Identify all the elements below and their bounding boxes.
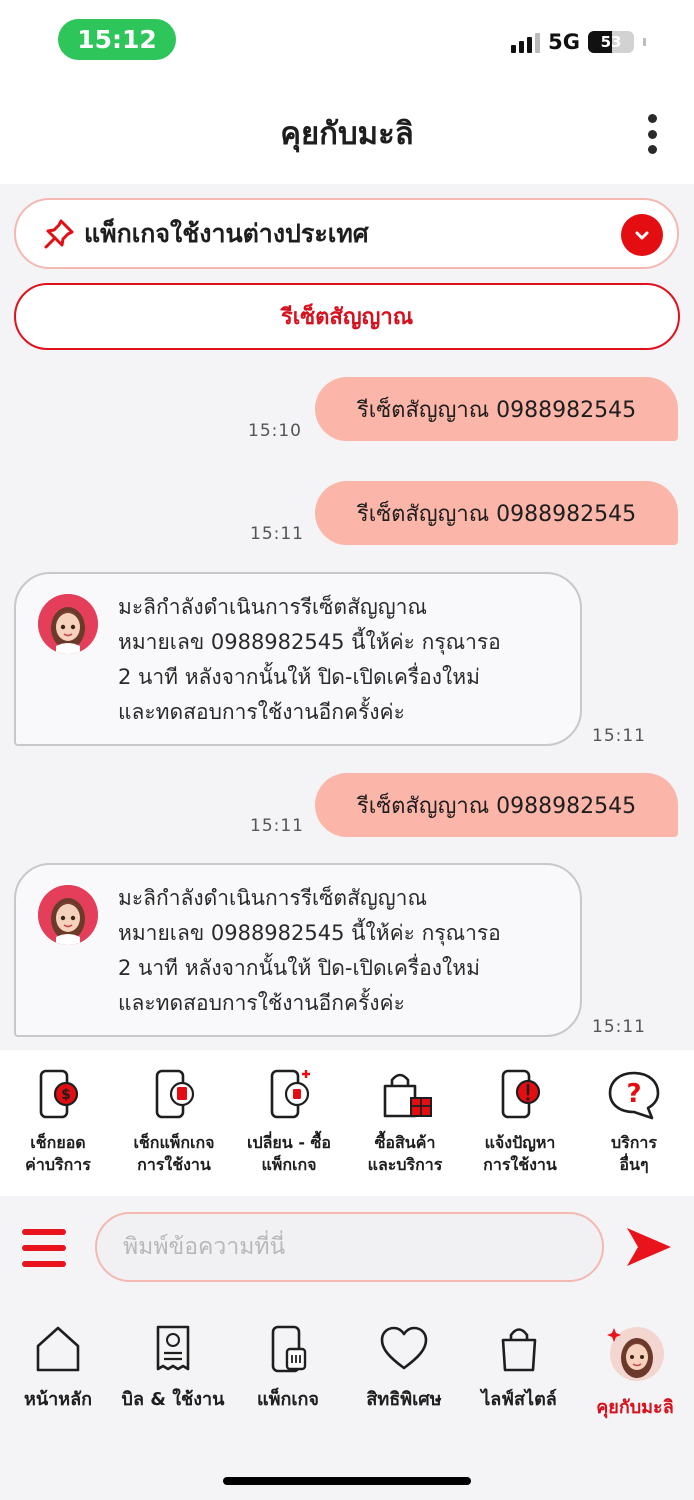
quick-actions-bar: $ เช็กยอด ค่าบริการ เช็กแพ็กเกจ การใช้งา… [0,1050,694,1196]
home-indicator [223,1477,471,1485]
message-composer [0,1196,694,1300]
quick-action-label: เปลี่ยน - ซื้อ แพ็กเกจ [247,1133,331,1174]
tab-label: ไลฟ์สไตล์ [481,1389,557,1410]
shopping-gift-icon [383,1073,432,1118]
tab-chat-mali[interactable]: คุยกับมะลิ [580,1324,690,1421]
tab-label: สิทธิพิเศษ [366,1389,442,1410]
package-icon [271,1325,307,1373]
send-icon[interactable] [624,1224,674,1270]
user-message: รีเซ็ตสัญญาณ 0988982545 [315,773,678,837]
message-time: 15:11 [592,726,646,746]
quick-action-label: แจ้งปัญหา การใช้งาน [483,1133,557,1174]
shopping-bag-icon [501,1328,537,1372]
quick-action-check-package[interactable]: เช็กแพ็กเกจ การใช้งาน [118,1068,230,1176]
battery-icon: 53 [588,31,634,53]
message-time: 15:11 [592,1017,646,1037]
bill-icon [156,1325,190,1371]
bot-message: มะลิกำลังดำเนินการรีเซ็ตสัญญาณ หมายเลข 0… [14,863,582,1037]
tab-lifestyle[interactable]: ไลฟ์สไตล์ [464,1324,574,1413]
signal-icon [511,31,541,53]
network-type: 5G [548,30,580,54]
message-time: 15:11 [250,816,304,836]
tab-label: คุยกับมะลิ [596,1397,674,1418]
mali-avatar-icon [607,1327,664,1381]
heart-icon [380,1326,428,1370]
quick-action-check-bill[interactable]: $ เช็กยอด ค่าบริการ [2,1068,114,1176]
home-icon [36,1326,80,1372]
status-indicators: 5G 53 [511,30,646,54]
status-bar: 15:12 5G 53 [0,0,694,82]
mali-avatar [38,594,98,654]
tab-label: หน้าหลัก [23,1389,93,1410]
quick-action-other-services[interactable]: ? บริการ อื่นๆ [578,1068,690,1176]
quick-action-shop[interactable]: ซื้อสินค้า และบริการ [349,1068,461,1176]
hamburger-menu-icon[interactable] [22,1229,66,1267]
phone-sim-icon [155,1069,195,1119]
message-input[interactable] [95,1212,604,1282]
phone-alert-icon [501,1069,541,1119]
phone-bill-icon: $ [39,1069,79,1119]
svg-text:$: $ [61,1087,71,1103]
message-time: 15:11 [250,524,304,544]
phone-swap-icon [270,1069,310,1119]
pinned-topic-bar[interactable]: แพ็กเกจใช้งานต่างประเทศ [14,198,679,269]
pinned-topic-label: แพ็กเกจใช้งานต่างประเทศ [84,218,369,248]
more-options-icon[interactable] [640,114,664,154]
quick-action-label: บริการ อื่นๆ [610,1133,657,1174]
chevron-down-icon[interactable] [621,214,663,256]
tab-package[interactable]: แพ็กเกจ [233,1324,343,1413]
quick-action-label: เช็กยอด ค่าบริการ [25,1133,91,1174]
page-title: คุยกับมะลิ [280,116,414,152]
bottom-tab-bar: หน้าหลัก บิล & ใช้งาน แพ็กเกจ สิทธิพิเศษ… [0,1300,694,1500]
battery-level: 53 [600,33,622,51]
status-time: 15:12 [58,19,176,60]
mali-avatar [38,885,98,945]
user-message: รีเซ็ตสัญญาณ 0988982545 [315,481,678,545]
question-bubble-icon: ? [608,1071,660,1120]
quick-action-change-package[interactable]: เปลี่ยน - ซื้อ แพ็กเกจ [233,1068,345,1176]
quick-action-label: ซื้อสินค้า และบริการ [367,1133,443,1174]
tab-label: บิล & ใช้งาน [121,1389,225,1410]
tab-home[interactable]: หน้าหลัก [3,1324,113,1413]
message-text: รีเซ็ตสัญญาณ 0988982545 [356,397,637,423]
tab-label: แพ็กเกจ [257,1389,319,1410]
message-text: มะลิกำลังดำเนินการรีเซ็ตสัญญาณ หมายเลข 0… [118,595,501,724]
message-text: รีเซ็ตสัญญาณ 0988982545 [356,501,637,527]
tab-privileges[interactable]: สิทธิพิเศษ [349,1324,459,1413]
message-text: รีเซ็ตสัญญาณ 0988982545 [356,793,637,819]
message-text: มะลิกำลังดำเนินการรีเซ็ตสัญญาณ หมายเลข 0… [118,886,501,1015]
bot-message: มะลิกำลังดำเนินการรีเซ็ตสัญญาณ หมายเลข 0… [14,572,582,746]
message-time: 15:10 [248,421,302,441]
svg-text:?: ? [626,1079,641,1109]
reset-signal-button[interactable]: รีเซ็ตสัญญาณ [14,283,680,350]
pin-icon [44,219,74,248]
user-message: รีเซ็ตสัญญาณ 0988982545 [315,377,678,441]
quick-action-label: เช็กแพ็กเกจ การใช้งาน [133,1133,215,1174]
quick-action-report-issue[interactable]: แจ้งปัญหา การใช้งาน [464,1068,576,1176]
tab-bill-usage[interactable]: บิล & ใช้งาน [118,1324,228,1413]
app-header: คุยกับมะลิ [0,82,694,184]
